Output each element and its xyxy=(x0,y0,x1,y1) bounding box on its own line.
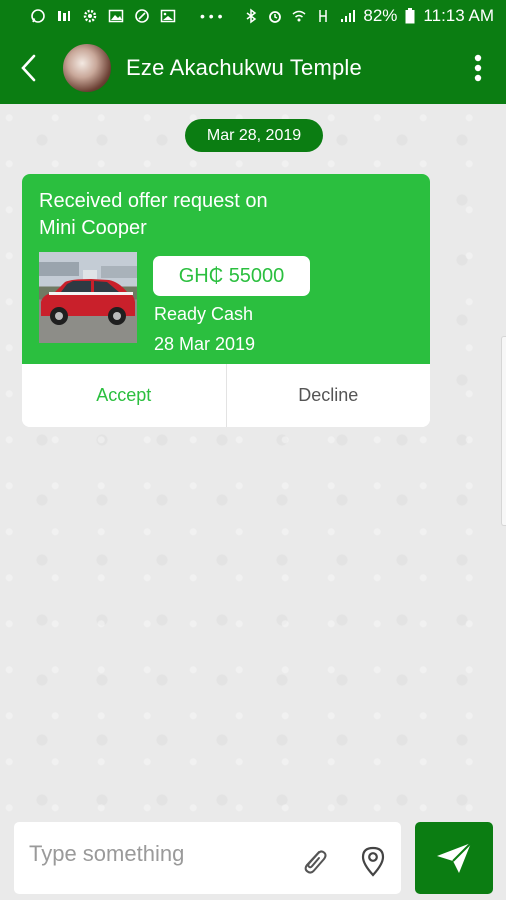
offer-actions: Accept Decline xyxy=(22,364,430,427)
offer-car-name: Mini Cooper xyxy=(39,217,147,239)
back-arrow-icon xyxy=(21,54,36,82)
image-icon xyxy=(108,9,124,23)
offer-title: Received offer request on Mini Cooper xyxy=(39,188,419,242)
offer-price: GH₵ 55000 xyxy=(153,256,310,296)
location-button[interactable] xyxy=(358,844,388,878)
status-notification-icons: • • • xyxy=(30,8,222,24)
more-options-button[interactable] xyxy=(450,32,506,104)
contact-name[interactable]: Eze Akachukwu Temple xyxy=(126,55,362,81)
car-photo[interactable] xyxy=(39,252,137,343)
offer-title-line1: Received offer request on xyxy=(39,190,268,212)
status-system-icons: 82% 11:13 AM xyxy=(243,6,494,26)
alarm-icon xyxy=(269,11,282,23)
more-dots-icon: • • • xyxy=(200,8,223,24)
scrollbar[interactable] xyxy=(501,336,506,526)
bluetooth-icon xyxy=(246,8,257,24)
whatsapp-icon xyxy=(31,9,45,23)
payment-type: Ready Cash xyxy=(154,304,254,324)
data-icon xyxy=(319,10,328,22)
chat-header: Eze Akachukwu Temple xyxy=(0,32,506,104)
message-input[interactable] xyxy=(29,837,289,871)
settings-icon xyxy=(83,9,97,23)
send-button[interactable] xyxy=(415,822,493,894)
paperclip-icon xyxy=(304,850,327,874)
location-pin-icon xyxy=(361,846,385,877)
offer-date: 28 Mar 2019 xyxy=(154,334,256,354)
browser-icon xyxy=(135,9,149,23)
gallery-icon xyxy=(160,9,176,23)
wifi-icon xyxy=(292,10,306,22)
battery-percent: 82% xyxy=(363,6,398,25)
send-icon xyxy=(437,842,472,873)
offer-details: Received offer request on Mini Cooper GH… xyxy=(22,174,430,364)
chat-messages-area[interactable]: Mar 28, 2019 Received offer request on M… xyxy=(0,104,506,816)
app-icon xyxy=(58,11,70,21)
signal-icon xyxy=(341,10,356,22)
date-separator: Mar 28, 2019 xyxy=(185,119,323,152)
attach-button[interactable] xyxy=(297,844,331,878)
car-image-icon xyxy=(39,262,137,325)
more-vert-icon xyxy=(474,54,482,82)
status-bar: • • • 82% 11:13 AM xyxy=(0,0,506,32)
battery-icon xyxy=(405,8,415,24)
message-input-box xyxy=(14,822,401,894)
accept-button[interactable]: Accept xyxy=(22,364,227,427)
back-button[interactable] xyxy=(0,32,56,104)
clock: 11:13 AM xyxy=(423,6,494,25)
message-composer xyxy=(0,816,506,900)
contact-avatar[interactable] xyxy=(62,43,112,93)
offer-request-card: Received offer request on Mini Cooper GH… xyxy=(22,174,430,427)
decline-button[interactable]: Decline xyxy=(227,364,431,427)
